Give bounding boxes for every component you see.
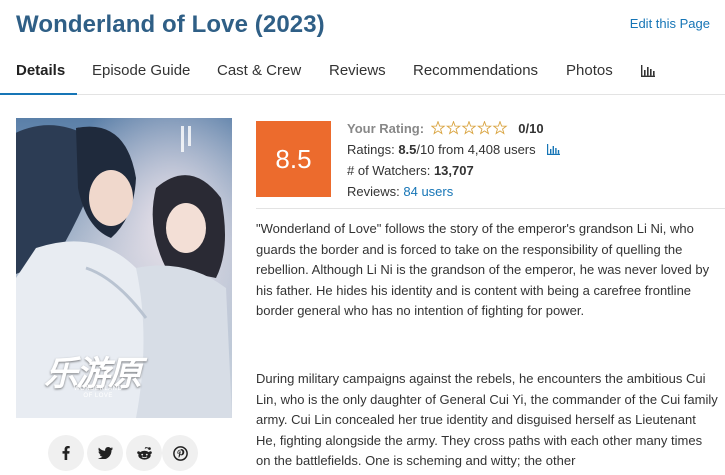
star-icon[interactable] <box>476 121 492 135</box>
ratings-detail: /10 from 4,408 users <box>416 142 536 157</box>
watchers-row: # of Watchers: 13,707 <box>347 163 474 178</box>
star-icon[interactable] <box>492 121 508 135</box>
twitter-icon <box>97 447 113 459</box>
reviews-label: Reviews: <box>347 184 400 199</box>
watchers-value: 13,707 <box>433 163 474 178</box>
reviews-row: Reviews: 84 users <box>347 184 453 199</box>
tab-photos[interactable]: Photos <box>566 62 613 95</box>
section-divider <box>256 208 725 209</box>
bar-chart-icon <box>641 65 655 77</box>
share-reddit-button[interactable] <box>126 435 162 471</box>
rating-stars[interactable] <box>430 121 509 135</box>
tab-cast-crew[interactable]: Cast & Crew <box>217 62 301 95</box>
star-icon[interactable] <box>430 121 446 135</box>
ratings-score: 8.5 <box>398 142 417 157</box>
star-icon[interactable] <box>445 121 461 135</box>
tab-details[interactable]: Details <box>16 62 65 95</box>
poster-image[interactable]: 乐游原 WONDERLAND OF LOVE <box>16 118 232 418</box>
reviews-users-link[interactable]: 84 users <box>403 184 453 199</box>
your-rating-value: 0/10 <box>518 121 544 136</box>
tab-reviews[interactable]: Reviews <box>329 62 386 95</box>
page-title: Wonderland of Love (2023) <box>16 11 325 38</box>
tab-episode-guide[interactable]: Episode Guide <box>92 62 190 95</box>
share-pinterest-button[interactable] <box>162 435 198 471</box>
tab-bar: Details Episode Guide Cast & Crew Review… <box>0 56 725 95</box>
poster-subtitle: WONDERLAND OF LOVE <box>74 386 123 399</box>
your-rating-row: Your Rating: 0/10 <box>347 121 544 136</box>
share-facebook-button[interactable] <box>48 435 84 471</box>
rating-chart-icon[interactable] <box>547 144 561 155</box>
share-twitter-button[interactable] <box>87 435 123 471</box>
watchers-label: # of Watchers: <box>347 163 431 178</box>
active-tab-indicator <box>0 93 77 95</box>
your-rating-label: Your Rating: <box>347 121 425 136</box>
synopsis-paragraph-2: During military campaigns against the re… <box>256 371 718 469</box>
synopsis-paragraph-1: "Wonderland of Love" follows the story o… <box>256 221 710 319</box>
star-icon[interactable] <box>461 121 477 135</box>
reddit-icon <box>136 446 152 460</box>
pinterest-icon <box>172 445 188 461</box>
score-badge: 8.5 <box>256 121 331 197</box>
ratings-row: Ratings: 8.5/10 from 4,408 users <box>347 142 561 157</box>
tab-statistics[interactable] <box>641 64 655 82</box>
ratings-label: Ratings: <box>347 142 395 157</box>
tab-recommendations[interactable]: Recommendations <box>413 62 538 95</box>
facebook-icon <box>62 446 70 460</box>
edit-page-link[interactable]: Edit this Page <box>630 16 710 31</box>
